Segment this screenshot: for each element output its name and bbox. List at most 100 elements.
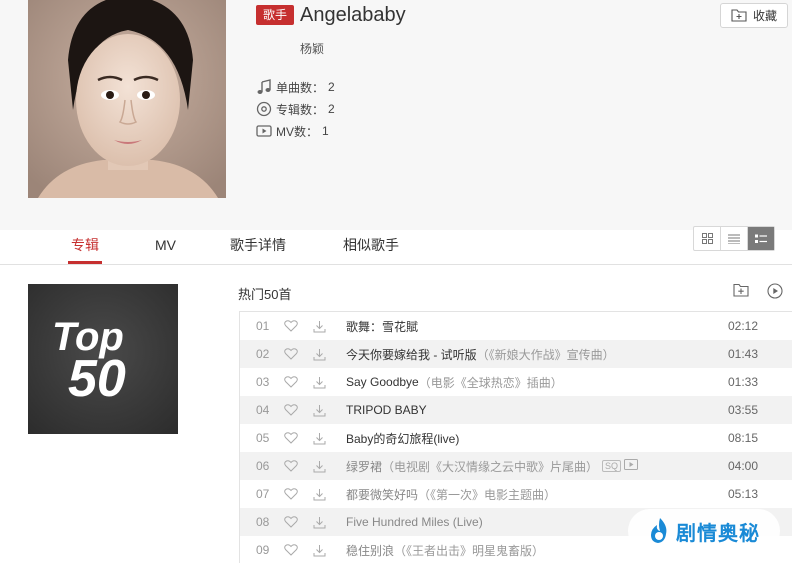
grid-view-button[interactable] — [694, 227, 721, 250]
song-row[interactable]: 02 今天你要嫁给我 - 试听版 （《新娘大作战》宣传曲） 01:43 — [240, 340, 792, 368]
play-all-button[interactable] — [767, 283, 783, 304]
like-button[interactable] — [278, 488, 304, 500]
stat-mvs: MV数： 1 — [256, 122, 329, 140]
song-row[interactable]: 06 绿罗裙 （电视剧《大汉情缘之云中歌》片尾曲） SQ 04:00 — [240, 452, 792, 480]
download-icon — [313, 516, 325, 528]
heart-icon — [284, 460, 298, 472]
song-duration: 08:15 — [728, 431, 759, 445]
download-icon — [313, 320, 325, 332]
like-button[interactable] — [278, 404, 304, 416]
download-button[interactable] — [306, 348, 332, 361]
song-note: （《新娘大作战》宣传曲） — [476, 347, 615, 362]
song-number: 08 — [256, 515, 270, 529]
song-note: （电影《全球热恋》插曲） — [418, 375, 563, 390]
download-icon — [313, 404, 325, 416]
song-number: 06 — [256, 459, 270, 473]
download-button[interactable] — [306, 320, 332, 333]
like-button[interactable] — [278, 432, 304, 444]
stat-value: 2 — [328, 102, 335, 116]
song-duration: 01:43 — [728, 347, 759, 361]
heart-icon — [284, 376, 298, 388]
song-row[interactable]: 05 Baby的奇幻旅程(live) 08:15 — [240, 424, 792, 452]
song-row[interactable]: 03 Say Goodbye （电影《全球热恋》插曲） 01:33 — [240, 368, 792, 396]
download-icon — [313, 348, 325, 360]
like-button[interactable] — [278, 376, 304, 388]
heart-icon — [284, 348, 298, 360]
stat-label: 专辑数： — [276, 102, 325, 117]
download-button[interactable] — [306, 404, 332, 417]
music-note-icon — [257, 79, 271, 94]
download-icon — [313, 376, 325, 388]
grid-view-icon — [701, 233, 713, 244]
tab-artist-details[interactable]: 歌手详情 — [230, 230, 286, 264]
top50-title: 热门50首 — [238, 287, 292, 302]
artist-tabs: 专辑 MV 歌手详情 相似歌手 — [0, 230, 792, 265]
song-title[interactable]: TRIPOD BABY — [346, 403, 427, 417]
song-number: 09 — [256, 543, 270, 557]
artist-header: 歌手 Angelababy 杨颖 收藏 单曲数： 2 专辑数： 2 MV数： 1 — [0, 0, 792, 230]
song-number: 03 — [256, 375, 270, 389]
download-icon — [313, 544, 325, 556]
heart-icon — [284, 488, 298, 500]
watermark-text: 剧情奥秘 — [676, 522, 760, 545]
stat-albums: 专辑数： 2 — [256, 100, 335, 118]
stat-label: MV数： — [276, 124, 319, 139]
song-title[interactable]: 绿罗裙 — [346, 458, 382, 475]
play-circle-icon — [767, 283, 783, 299]
mv-icon — [624, 459, 639, 470]
artist-photo — [28, 0, 226, 198]
favorite-button[interactable]: 收藏 — [720, 3, 788, 28]
like-button[interactable] — [278, 320, 304, 332]
song-title[interactable]: Five Hundred Miles (Live) — [346, 515, 483, 529]
heart-icon — [284, 320, 298, 332]
song-title[interactable]: 歌舞：雪花賦 — [346, 318, 418, 335]
stat-value: 1 — [322, 124, 329, 138]
song-row[interactable]: 01 歌舞：雪花賦 02:12 — [240, 312, 792, 340]
download-icon — [313, 460, 325, 472]
tab-similar-artists[interactable]: 相似歌手 — [343, 230, 399, 264]
song-number: 05 — [256, 431, 270, 445]
like-button[interactable] — [278, 516, 304, 528]
song-duration: 03:55 — [728, 403, 759, 417]
tab-mv[interactable]: MV — [155, 230, 176, 264]
watermark: 剧情奥秘 — [628, 509, 780, 553]
artist-alias: 杨颖 — [300, 42, 325, 56]
heart-icon — [284, 404, 298, 416]
song-title[interactable]: 今天你要嫁给我 - 试听版 — [346, 346, 477, 363]
sq-quality-tag: SQ — [602, 460, 622, 472]
mv-play-button[interactable] — [624, 459, 639, 473]
album-disc-icon — [256, 101, 272, 117]
like-button[interactable] — [278, 544, 304, 556]
download-button[interactable] — [306, 376, 332, 389]
heart-icon — [284, 516, 298, 528]
download-button[interactable] — [306, 460, 332, 473]
add-folder-icon — [733, 283, 749, 297]
list-view-button[interactable] — [721, 227, 748, 250]
flame-logo-icon — [651, 518, 667, 543]
tab-albums[interactable]: 专辑 — [68, 230, 102, 264]
stat-value: 2 — [328, 80, 335, 94]
song-title[interactable]: Baby的奇幻旅程(live) — [346, 430, 459, 447]
top50-cover[interactable]: Top 50 — [28, 284, 178, 434]
song-row[interactable]: 04 TRIPOD BABY 03:55 — [240, 396, 792, 424]
download-button[interactable] — [306, 432, 332, 445]
list-view-icon — [728, 234, 740, 244]
detail-view-button[interactable] — [748, 227, 774, 250]
song-title[interactable]: 稳住别浪 — [346, 542, 394, 559]
add-to-playlist-button[interactable] — [733, 283, 749, 302]
song-note: （《第一次》电影主题曲） — [418, 487, 557, 502]
artist-name: Angelababy — [300, 4, 406, 26]
download-button[interactable] — [306, 516, 332, 529]
download-button[interactable] — [306, 488, 332, 501]
detail-view-icon — [755, 234, 767, 243]
download-button[interactable] — [306, 544, 332, 557]
song-title[interactable]: 都要微笑好吗 — [346, 486, 418, 503]
download-icon — [313, 488, 325, 500]
favorite-label: 收藏 — [752, 9, 777, 23]
song-title[interactable]: Say Goodbye — [346, 375, 419, 389]
song-duration: 02:12 — [728, 319, 759, 333]
like-button[interactable] — [278, 348, 304, 360]
song-number: 02 — [256, 347, 270, 361]
like-button[interactable] — [278, 460, 304, 472]
song-row[interactable]: 07 都要微笑好吗 （《第一次》电影主题曲） 05:13 — [240, 480, 792, 508]
